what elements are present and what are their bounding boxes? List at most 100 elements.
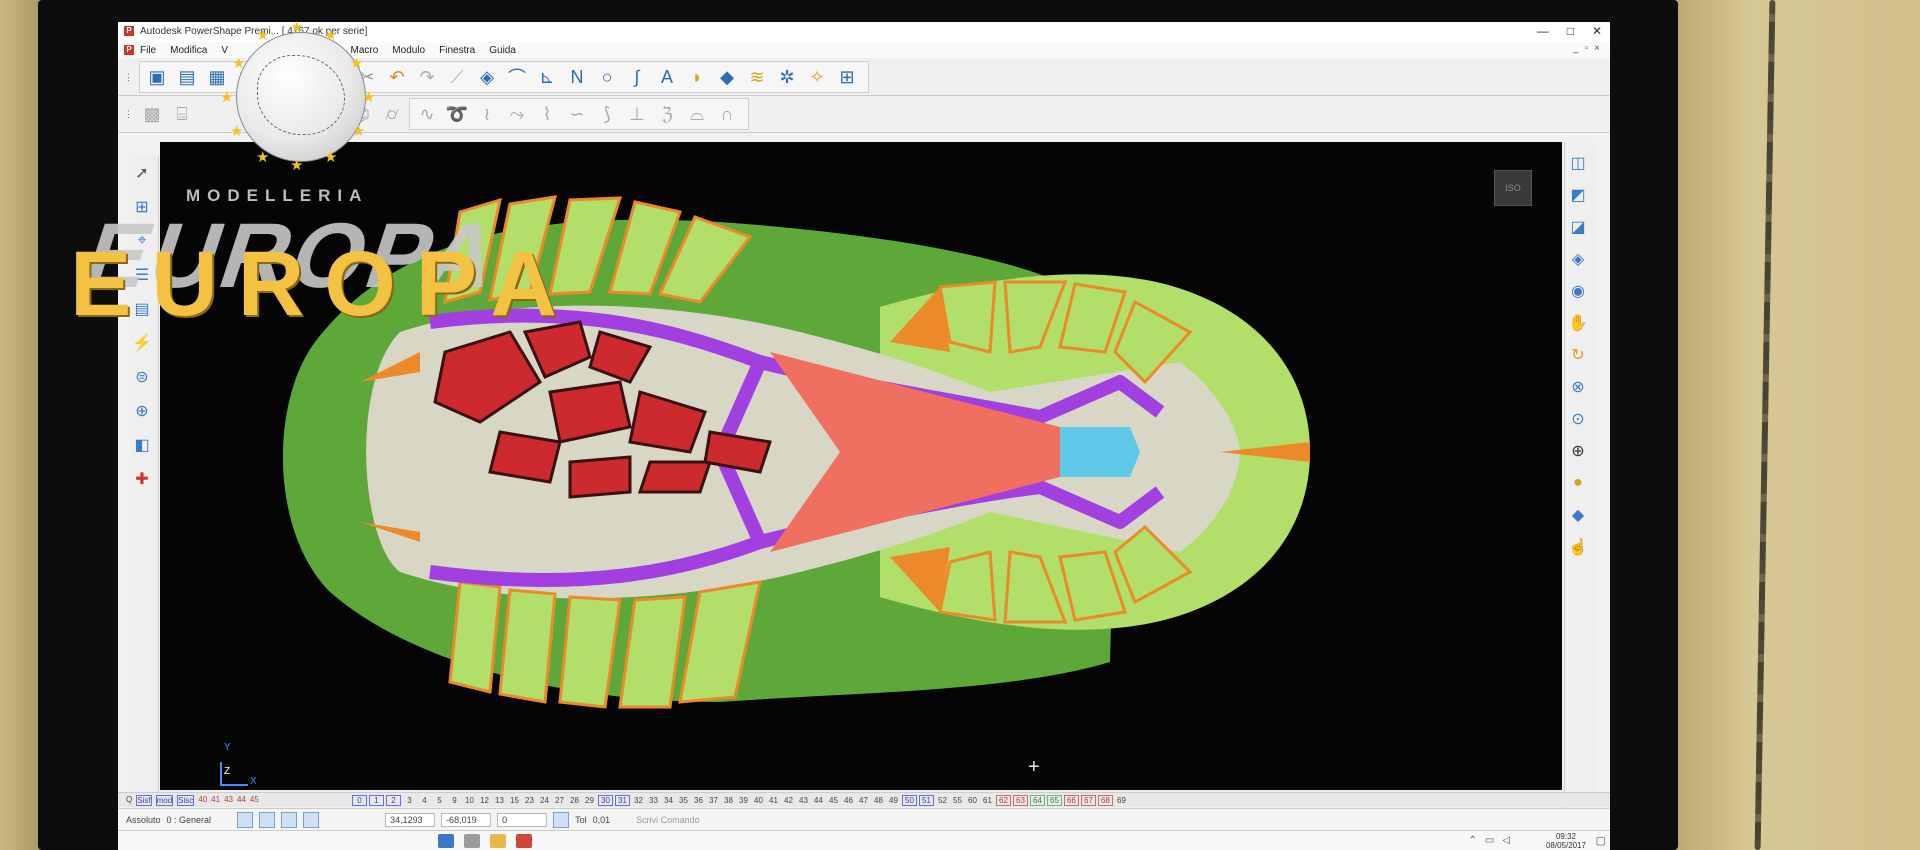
notification-icon[interactable]: ▢ [1596,834,1606,847]
calculator-icon[interactable] [553,812,570,828]
layer-cell[interactable]: 27 [553,796,566,805]
layer-lead-cell[interactable]: mod [155,794,174,806]
coordinate-mode[interactable]: Assoluto [126,815,161,825]
settings-icon[interactable]: ✲ [774,64,800,90]
layer-cell[interactable]: 47 [857,796,870,805]
layer-cell[interactable]: 40 [752,796,765,805]
sparkle-icon[interactable]: ✧ [804,64,830,90]
layer-cell[interactable]: 1 [369,794,384,806]
rotate-icon[interactable]: ↻ [1567,344,1589,366]
layer-cell[interactable]: 67 [1081,794,1096,806]
spring-icon[interactable]: ∽ [564,101,590,127]
doc-restore-button[interactable]: ▫ [1585,43,1589,54]
layer-cell[interactable]: 13 [493,796,506,805]
volume-icon[interactable]: ◁ [1502,835,1510,846]
layer-cell[interactable]: 49 [887,796,900,805]
layer-cell[interactable]: 3 [403,796,416,805]
doc-minimize-button[interactable]: _ [1573,43,1579,54]
minimize-button[interactable]: — [1537,24,1549,38]
snap-mid-icon[interactable] [281,812,298,828]
layer-cell[interactable]: 10 [463,796,476,805]
n-curve-icon[interactable]: N [564,64,590,90]
layer-cell[interactable]: 35 [677,796,690,805]
curl-icon[interactable]: ∩ [714,101,740,127]
layer-cell[interactable]: 41 [767,796,780,805]
camera-icon[interactable]: ◉ [1567,280,1589,302]
layer-cell[interactable]: 50 [902,794,917,806]
arc-icon[interactable]: ⌇ [534,101,560,127]
layer-lead-cell[interactable]: 41 [211,795,220,806]
layer-cell[interactable]: 36 [692,796,705,805]
coord-z-field[interactable]: 0 [497,813,548,827]
layer-cell[interactable]: 28 [568,796,581,805]
layer-lead-cell[interactable]: 44 [237,795,246,806]
globe-icon[interactable]: ⊕ [1567,440,1589,462]
layer-cell[interactable]: 33 [647,796,660,805]
layer-cell[interactable]: 65 [1047,794,1062,806]
layer-cell[interactable]: 4 [418,796,431,805]
close-button[interactable]: ✕ [1592,24,1602,38]
view-cube[interactable]: ISO [1494,170,1532,206]
edge-app-icon[interactable] [438,834,454,848]
store-app-icon[interactable] [464,834,480,848]
snap-point-icon[interactable] [259,812,276,828]
layer-cell[interactable]: 48 [872,796,885,805]
layer-cell[interactable]: 34 [662,796,675,805]
layer-cell[interactable]: 29 [583,796,596,805]
layer-cell[interactable]: 5 [433,796,446,805]
loop-icon[interactable]: ⟆ [594,101,620,127]
layer-cell[interactable]: 9 [448,796,461,805]
coord-y-field[interactable]: -68,019 [441,813,492,827]
powershape-app-icon[interactable] [516,834,532,848]
doc-close-button[interactable]: × [1594,43,1600,54]
layer-cell[interactable]: 52 [936,796,949,805]
layer-cell[interactable]: 12 [478,796,491,805]
explorer-app-icon[interactable] [490,834,506,848]
layer-cell[interactable]: 0 [352,794,367,806]
layer-lead-cell[interactable]: Sisf [136,794,152,806]
text-icon[interactable]: A [654,64,680,90]
layer-cell[interactable]: 66 [1064,794,1079,806]
layer-cell[interactable]: 60 [966,796,979,805]
layer-lead-cell[interactable]: 45 [250,795,259,806]
command-input[interactable]: Scrivi Comando [636,815,700,825]
view-front-icon[interactable]: ◫ [1567,152,1589,174]
fit-icon[interactable]: ⊗ [1567,376,1589,398]
chevron-up-icon[interactable]: ⌃ [1468,835,1476,846]
network-icon[interactable]: ▭ [1485,835,1494,846]
layer-cell[interactable]: 51 [919,794,934,806]
layer-lead-cell[interactable]: Q [126,795,132,806]
layer-cell[interactable]: 62 [996,794,1011,806]
view-top-icon[interactable]: ◈ [1567,248,1589,270]
solid-icon[interactable]: ◆ [714,64,740,90]
layer-cell[interactable]: 63 [1013,794,1028,806]
zigzag-icon[interactable]: ℨ [654,101,680,127]
layer-cell[interactable]: 30 [598,794,613,806]
hump-icon[interactable]: ⌓ [684,101,710,127]
layer-cell[interactable]: 55 [951,796,964,805]
branch-icon[interactable]: ⊥ [624,101,650,127]
coord-x-field[interactable]: 34,1293 [385,813,436,827]
layer-cell[interactable]: 64 [1030,794,1045,806]
layer-stack-icon[interactable]: ≋ [744,64,770,90]
layer-cell[interactable]: 15 [508,796,521,805]
cube-icon[interactable]: ◧ [131,434,153,456]
layer-lead-cell[interactable]: Sisc [177,794,195,806]
layer-cell[interactable]: 24 [538,796,551,805]
layer-cell[interactable]: 44 [812,796,825,805]
taskbar-clock[interactable]: 09:32 08/05/2017 [1546,832,1586,850]
maximize-button[interactable]: □ [1567,24,1574,38]
layer-cell[interactable]: 69 [1115,796,1128,805]
layer-cell[interactable]: 46 [842,796,855,805]
layer-cell[interactable]: 23 [523,796,536,805]
spline-icon[interactable]: ∫ [624,64,650,90]
view-side-icon[interactable]: ◪ [1567,216,1589,238]
zoom-icon[interactable]: ⊙ [1567,408,1589,430]
grid-toggle-icon[interactable] [303,812,320,828]
tolerance-value[interactable]: 0,01 [593,815,611,825]
layer-cell[interactable]: 38 [722,796,735,805]
drill-icon[interactable]: ⊜ [131,366,153,388]
layer-cell[interactable]: 43 [797,796,810,805]
pan-icon[interactable]: ✋ [1567,312,1589,334]
snap-grid-icon[interactable] [237,812,254,828]
